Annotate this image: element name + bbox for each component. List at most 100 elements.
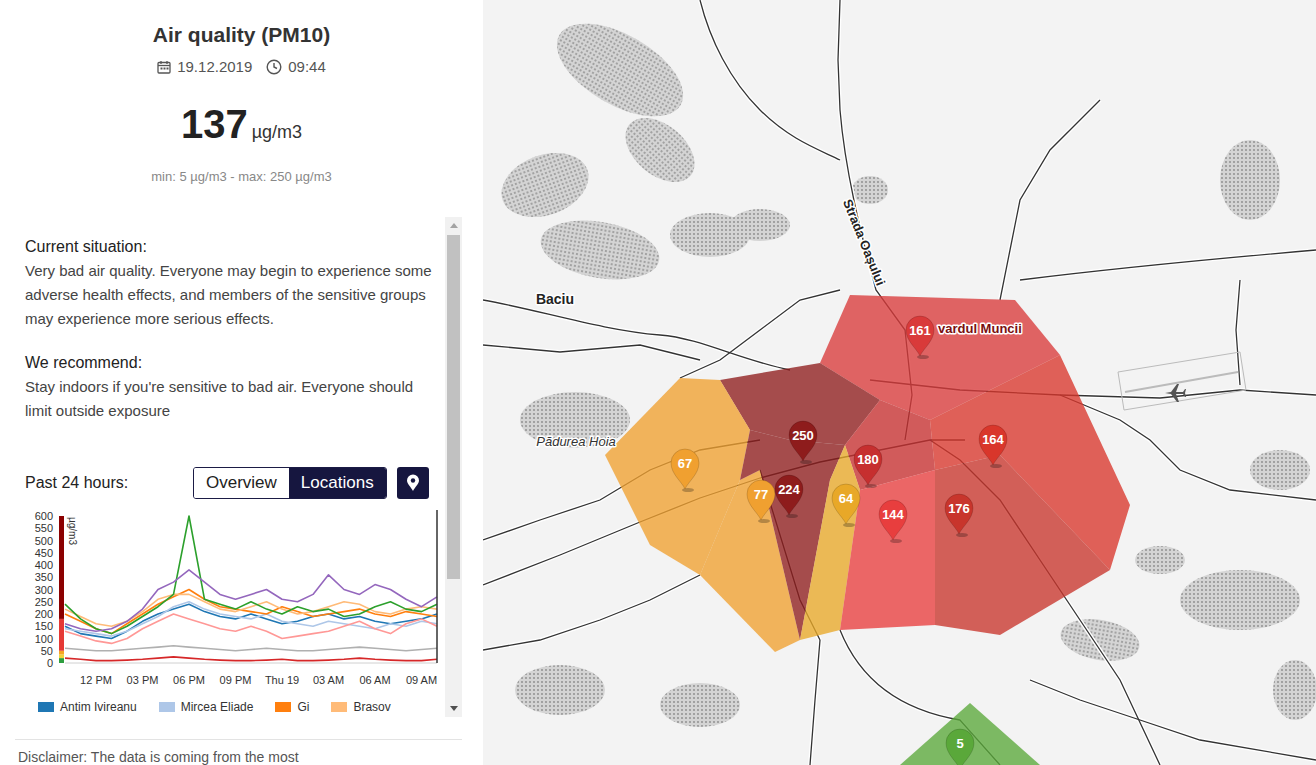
location-button[interactable] — [397, 467, 429, 499]
disclaimer-text: Disclaimer: The data is coming from the … — [0, 740, 483, 765]
chart-label: Past 24 hours: — [25, 471, 193, 495]
chart-header: Past 24 hours: OverviewLocations — [25, 467, 435, 499]
series-line[interactable] — [65, 516, 437, 634]
station-pin[interactable]: 64 — [832, 484, 860, 527]
y-tick-label: 250 — [35, 596, 53, 608]
details-scroll-area[interactable]: Current situation: Very bad air quality.… — [0, 217, 462, 717]
road-casing — [1030, 680, 1316, 760]
pollution-zone[interactable] — [935, 455, 1110, 635]
station-pin[interactable]: 5 — [946, 729, 974, 765]
series-line[interactable] — [65, 594, 437, 626]
pin-shadow — [990, 464, 1002, 468]
pin-marker[interactable] — [906, 316, 934, 356]
legend-item[interactable]: Brasov — [331, 700, 390, 714]
legend-item[interactable]: Gi — [275, 700, 309, 714]
scroll-up-button[interactable] — [445, 217, 462, 234]
legend-label: Antim Ivireanu — [60, 700, 137, 714]
series-line[interactable] — [65, 657, 437, 661]
series-line[interactable] — [65, 614, 437, 643]
pin-marker[interactable] — [946, 729, 974, 765]
legend-label: Gi — [297, 700, 309, 714]
road — [838, 0, 840, 110]
separator — [15, 739, 462, 740]
pin-value: 67 — [678, 456, 692, 471]
map-canvas[interactable]: BaciuPădurea HoiaStrada Oașuluivardul Mu… — [483, 0, 1316, 765]
station-pin[interactable]: 164 — [979, 425, 1007, 468]
pin-marker[interactable] — [832, 484, 860, 524]
y-tick-label: 450 — [35, 547, 53, 559]
chart-tabs: OverviewLocations — [193, 467, 387, 499]
pin-marker[interactable] — [789, 421, 817, 461]
map-view[interactable]: BaciuPădurea HoiaStrada Oașuluivardul Mu… — [483, 0, 1316, 765]
pin-shadow — [843, 523, 855, 527]
forest-area — [1057, 613, 1143, 666]
station-pin[interactable]: 77 — [747, 480, 775, 523]
legend-item[interactable]: Mircea Eliade — [159, 700, 254, 714]
forest-area — [1273, 660, 1316, 720]
road-casing — [1236, 280, 1240, 385]
station-pin[interactable]: 144 — [879, 500, 907, 543]
forest-area — [492, 141, 597, 228]
forest-area — [1250, 450, 1310, 490]
pin-value: 224 — [778, 482, 800, 497]
y-tick-label: 200 — [35, 608, 53, 620]
pollution-zones — [605, 295, 1130, 765]
station-pin[interactable]: 224 — [775, 475, 803, 518]
chart-tab[interactable]: Overview — [194, 468, 289, 498]
clock-icon — [266, 59, 282, 75]
pin-marker[interactable] — [854, 445, 882, 485]
station-pin[interactable]: 67 — [671, 449, 699, 492]
recommendation-label: We recommend: — [25, 351, 435, 375]
y-tick-label: 150 — [35, 620, 53, 632]
pin-marker[interactable] — [979, 425, 1007, 465]
pin-marker[interactable] — [671, 449, 699, 489]
pin-marker[interactable] — [747, 480, 775, 520]
forest-areas — [492, 5, 1316, 727]
forest-area — [1220, 140, 1280, 220]
forest-area — [515, 665, 605, 715]
series-line[interactable] — [65, 570, 437, 631]
pin-marker[interactable] — [945, 494, 973, 534]
station-pin[interactable]: 180 — [854, 445, 882, 488]
station-pin[interactable]: 176 — [945, 494, 973, 537]
pin-marker[interactable] — [879, 500, 907, 540]
map-layer: BaciuPădurea HoiaStrada Oașuluivardul Mu… — [483, 0, 1316, 765]
pin-value: 164 — [982, 432, 1004, 447]
legend-swatch — [159, 702, 175, 712]
series-line[interactable] — [65, 646, 437, 651]
forest-area — [536, 212, 664, 288]
pin-shadow — [758, 519, 770, 523]
legend-item[interactable]: Antim Ivireanu — [38, 700, 137, 714]
x-tick-label: 03 PM — [127, 674, 159, 686]
pin-value: 5 — [956, 736, 963, 751]
forest-area — [852, 176, 888, 204]
app: Air quality (PM10) 19.12.2019 09:44 137µ… — [0, 0, 1316, 765]
forest-area — [1135, 546, 1185, 574]
scroll-down-button[interactable] — [445, 700, 462, 717]
x-tick-label: Thu 19 — [265, 674, 299, 686]
x-axis — [65, 663, 437, 664]
recommendation-text: Stay indoors if you're sensitive to bad … — [25, 375, 435, 423]
scale-band — [59, 654, 64, 658]
station-pin[interactable]: 161 — [906, 316, 934, 359]
date-row: 19.12.2019 09:44 — [0, 58, 483, 76]
scroll-thumb[interactable] — [447, 235, 460, 579]
pin-value: 161 — [909, 323, 931, 338]
road-casing — [1000, 100, 1100, 300]
y-tick-label: 500 — [35, 535, 53, 547]
details-content: Current situation: Very bad air quality.… — [0, 217, 445, 717]
station-pin[interactable]: 250 — [789, 421, 817, 464]
map-label: vardul Muncii — [938, 321, 1022, 336]
pin-marker[interactable] — [775, 475, 803, 515]
legend-swatch — [38, 702, 54, 712]
chart-tab[interactable]: Locations — [289, 468, 386, 498]
station-pins: 161 250 180 164 67 77224 64 144 176 5 — [671, 316, 1007, 765]
scrollbar[interactable] — [445, 217, 462, 717]
y-tick-label: 350 — [35, 571, 53, 583]
y-tick-label: 50 — [41, 645, 53, 657]
date-text: 19.12.2019 — [177, 58, 252, 76]
recommendation-block: We recommend: Stay indoors if you're sen… — [25, 351, 435, 423]
forest-area — [1180, 570, 1300, 630]
current-value: 137µg/m3 — [0, 102, 483, 155]
road-casing — [700, 0, 840, 160]
